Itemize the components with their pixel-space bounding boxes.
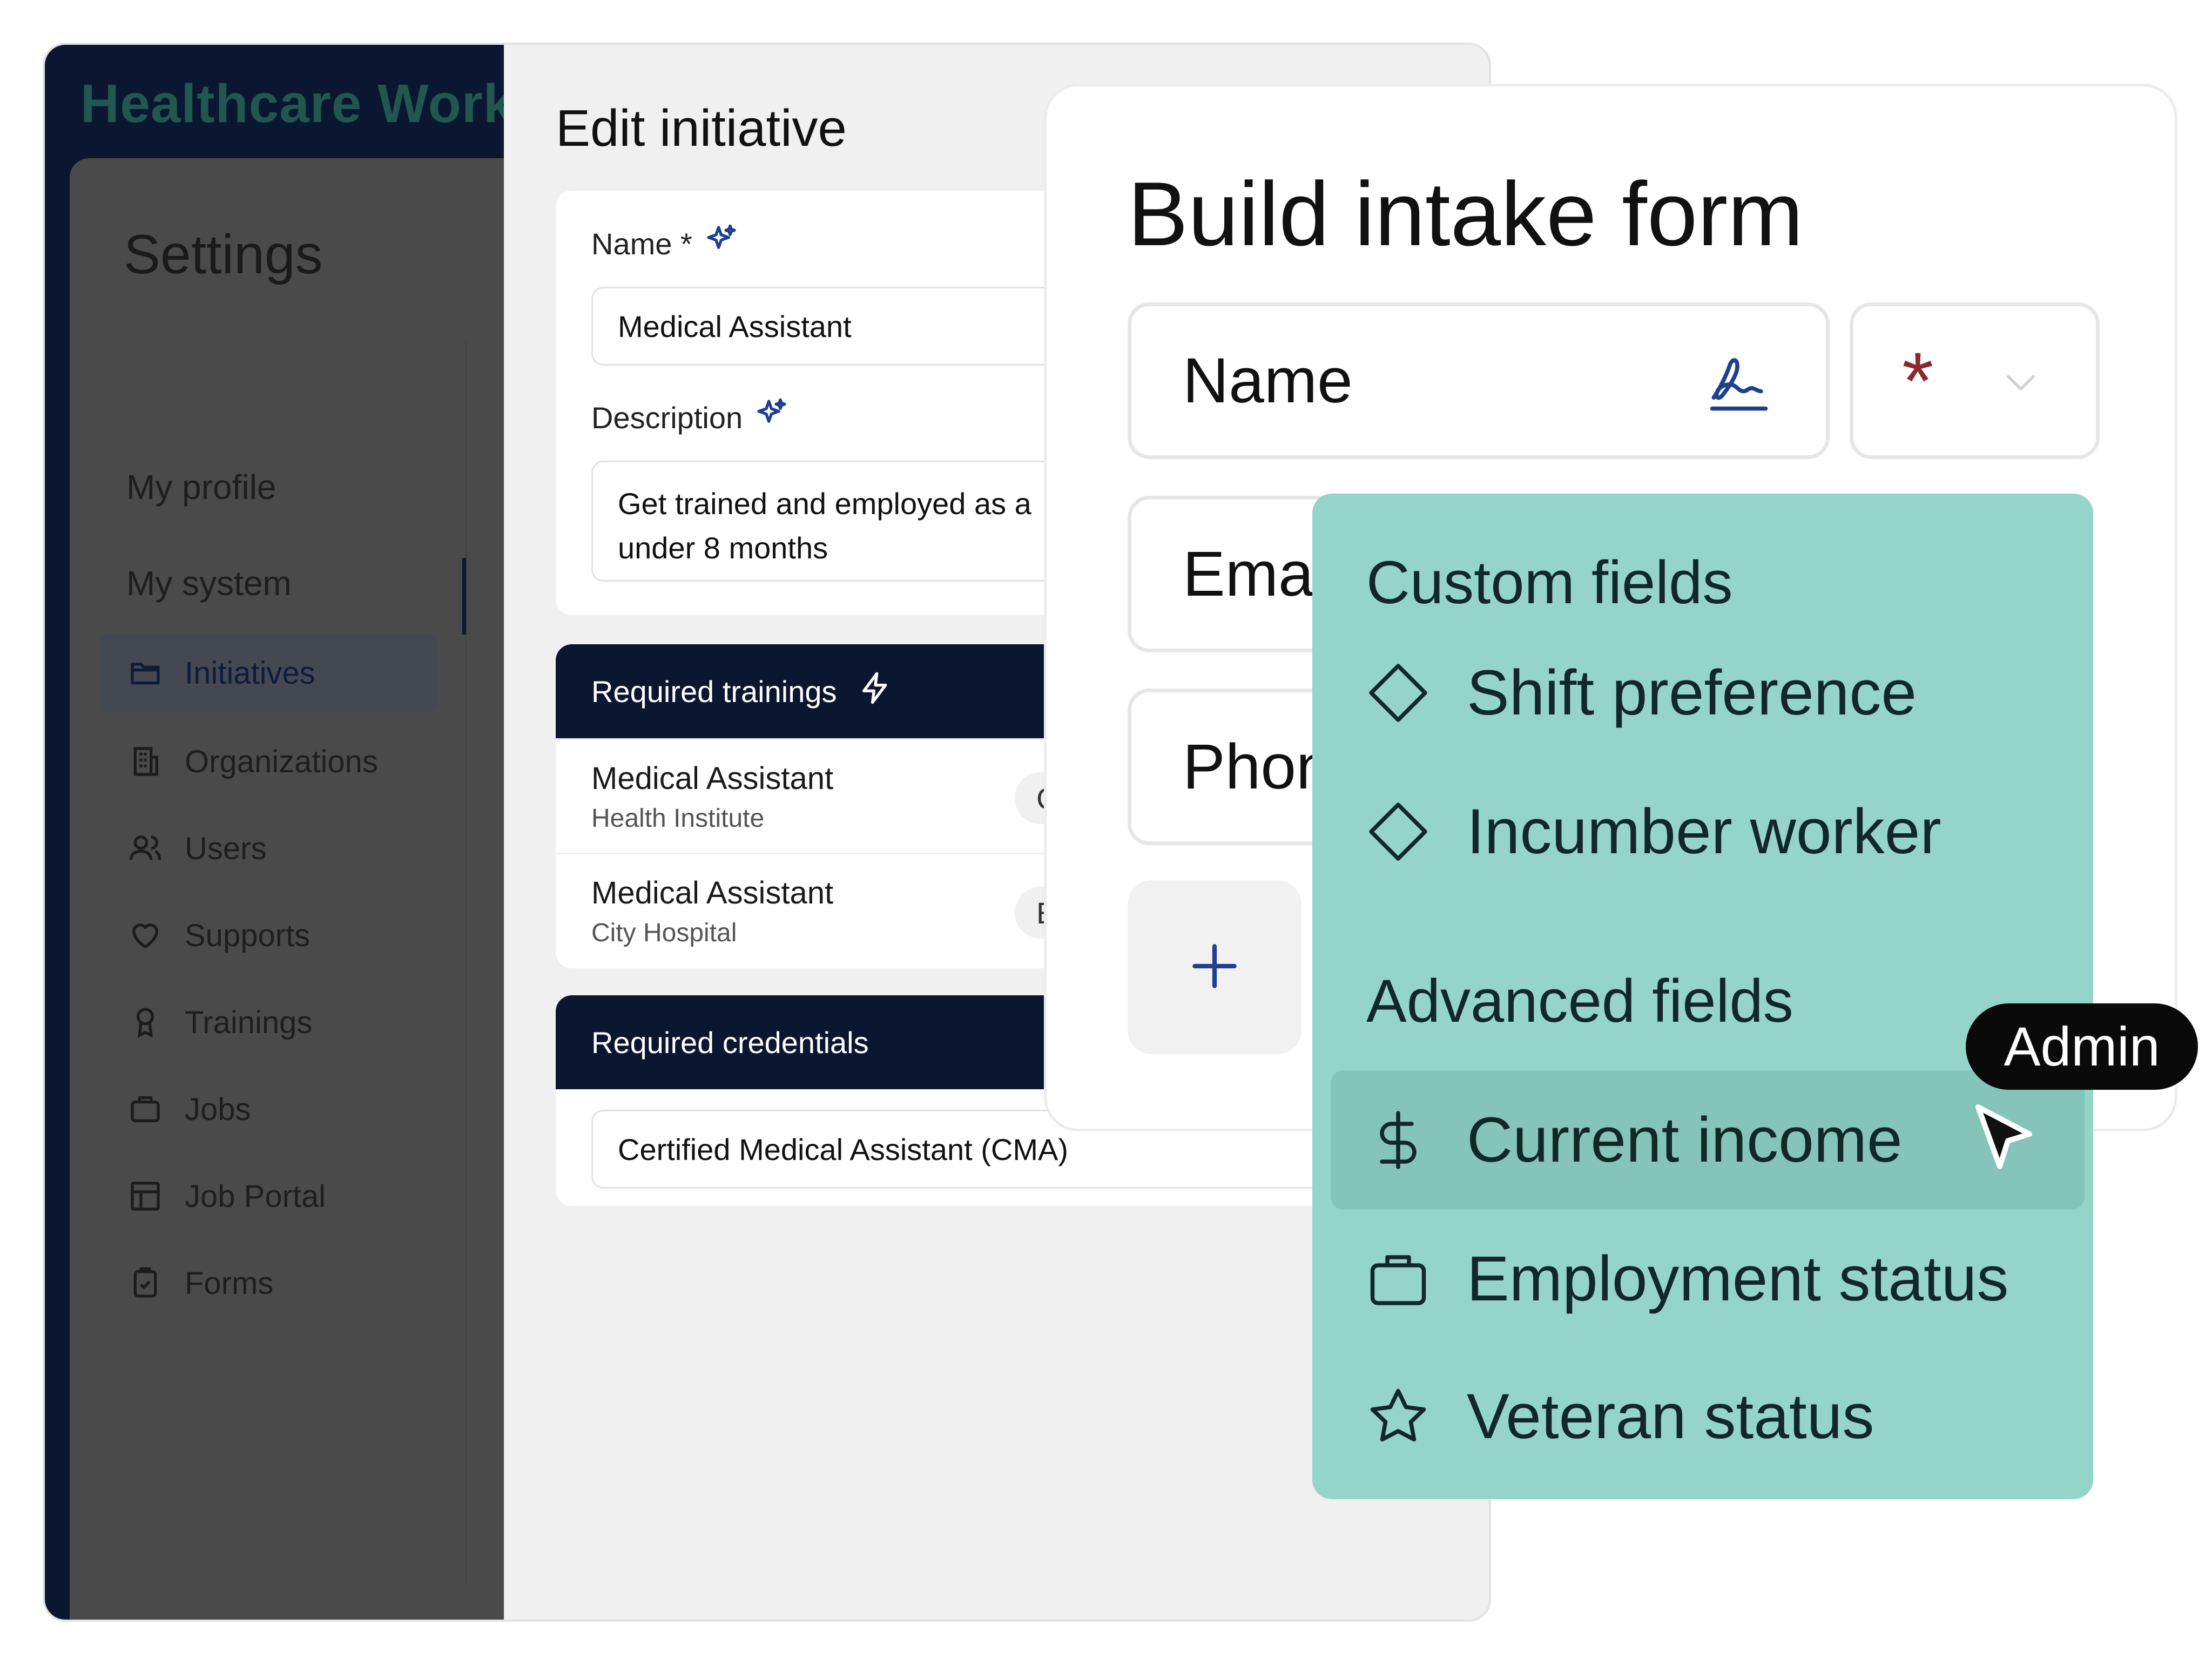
menu-item-label: Incumber worker xyxy=(1467,796,1941,867)
nav-item-my-profile[interactable]: My profile xyxy=(99,448,437,527)
diamond-icon xyxy=(1363,797,1433,867)
required-select[interactable]: * xyxy=(1850,302,2100,459)
settings-title: Settings xyxy=(124,224,323,285)
folder-icon xyxy=(126,654,164,692)
nav-item-organizations[interactable]: Organizations xyxy=(99,722,437,801)
nav-label: Initiatives xyxy=(185,655,315,691)
nav-label: Forms xyxy=(185,1265,274,1301)
nav-label: My profile xyxy=(126,468,276,507)
menu-item-shift-preference[interactable]: Shift preference xyxy=(1331,623,2085,763)
lightning-icon xyxy=(858,671,893,712)
chevron-down-icon xyxy=(1999,360,2042,403)
nav-label: Job Portal xyxy=(185,1178,326,1214)
app-name: Healthcare Work xyxy=(80,73,514,134)
advanced-fields-heading: Advanced fields xyxy=(1366,967,1793,1035)
dollar-icon xyxy=(1363,1105,1433,1175)
intake-field-label: Name xyxy=(1183,345,1353,416)
nav-item-job-portal[interactable]: Job Portal xyxy=(99,1157,437,1236)
nav-item-my-system[interactable]: My system xyxy=(99,544,437,623)
nav-label: My system xyxy=(126,564,292,603)
training-org: Health Institute xyxy=(591,804,765,833)
star-icon xyxy=(1363,1381,1433,1452)
required-asterisk: * xyxy=(1902,335,1934,426)
nav-item-trainings[interactable]: Trainings xyxy=(99,983,437,1062)
clipboard-icon xyxy=(126,1264,164,1302)
required-credentials-title: Required credentials xyxy=(591,1025,869,1060)
sparkle-icon[interactable] xyxy=(754,397,789,439)
plus-icon xyxy=(1185,936,1244,999)
nav-label: Users xyxy=(185,831,267,866)
training-title: Medical Assistant xyxy=(591,761,834,796)
menu-item-employment-status[interactable]: Employment status xyxy=(1331,1209,2085,1348)
intake-field-name[interactable]: Name xyxy=(1128,302,1830,459)
award-icon xyxy=(126,1003,164,1041)
training-title: Medical Assistant xyxy=(591,875,834,911)
name-input-value: Medical Assistant xyxy=(618,309,852,343)
add-field-button[interactable] xyxy=(1128,880,1301,1054)
briefcase-icon xyxy=(1363,1244,1433,1314)
training-org: City Hospital xyxy=(591,919,737,947)
settings-divider xyxy=(465,342,467,1584)
intake-form-title: Build intake form xyxy=(1128,163,1804,265)
fields-dropdown-menu: Custom fields Shift preference Incumber … xyxy=(1312,494,2093,1499)
credential-value: Certified Medical Assistant (CMA) xyxy=(618,1132,1069,1166)
signature-icon[interactable] xyxy=(1701,344,1777,420)
required-trainings-title: Required trainings xyxy=(591,674,837,709)
building-icon xyxy=(126,743,164,780)
menu-item-incumber-worker[interactable]: Incumber worker xyxy=(1331,762,2085,901)
nav-item-jobs[interactable]: Jobs xyxy=(99,1070,437,1149)
users-icon xyxy=(126,830,164,867)
settings-panel: Settings My profile My system Initiative… xyxy=(70,158,504,1620)
briefcase-icon xyxy=(126,1090,164,1128)
nav-item-forms[interactable]: Forms xyxy=(99,1244,437,1323)
page-title: Edit initiative xyxy=(556,99,847,157)
nav-label: Trainings xyxy=(185,1004,313,1040)
admin-badge: Admin xyxy=(1966,1003,2198,1090)
menu-item-veteran-status[interactable]: Veteran status xyxy=(1331,1347,2085,1486)
heart-icon xyxy=(126,916,164,954)
intake-field-label: Phon xyxy=(1183,731,1332,802)
diamond-icon xyxy=(1363,658,1433,728)
mouse-cursor-icon xyxy=(1970,1102,2040,1183)
description-label-text: Description xyxy=(591,401,743,435)
nav-label: Supports xyxy=(185,918,311,953)
menu-item-label: Shift preference xyxy=(1467,657,1917,729)
nav-item-initiatives[interactable]: Initiatives xyxy=(99,633,437,712)
nav-label: Organizations xyxy=(185,744,378,779)
description-field-label: Description xyxy=(591,397,789,439)
name-field-label: Name * xyxy=(591,223,739,265)
nav-label: Jobs xyxy=(185,1091,251,1127)
active-nav-indicator xyxy=(462,558,466,635)
menu-item-label: Current income xyxy=(1467,1104,1903,1176)
name-label-text: Name * xyxy=(591,227,692,261)
layout-icon xyxy=(126,1177,164,1215)
app-sidebar: Healthcare Work Settings My profile My s… xyxy=(45,45,513,1620)
custom-fields-heading: Custom fields xyxy=(1366,549,1733,616)
sparkle-icon[interactable] xyxy=(704,223,739,265)
nav-item-supports[interactable]: Supports xyxy=(99,896,437,975)
menu-item-label: Employment status xyxy=(1467,1243,2009,1314)
nav-item-users[interactable]: Users xyxy=(99,809,437,888)
menu-item-label: Veteran status xyxy=(1467,1381,1874,1452)
intake-field-label: Emai xyxy=(1183,538,1328,610)
